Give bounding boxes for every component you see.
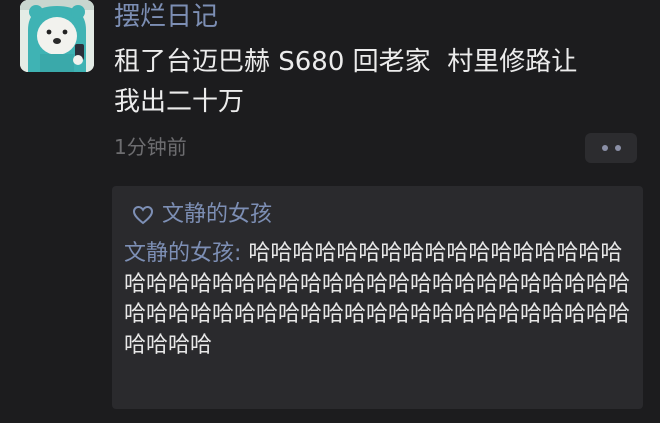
comment-item[interactable]: 文静的女孩: 哈哈哈哈哈哈哈哈哈哈哈哈哈哈哈哈哈哈哈哈哈哈哈哈哈哈哈哈哈哈哈哈哈… [124, 239, 636, 361]
moments-post: 摆烂日记 租了台迈巴赫 S680 回老家 村里修路让 我出二十万 1分钟前 文静… [0, 0, 660, 423]
liker-name[interactable]: 文静的女孩 [162, 200, 272, 230]
post-timestamp: 1分钟前 [114, 135, 187, 159]
more-dot-icon [614, 145, 621, 151]
comment-separator: : [234, 241, 249, 266]
more-dot-icon [601, 145, 608, 151]
post-content: 租了台迈巴赫 S680 回老家 村里修路让 我出二十万 [114, 47, 578, 117]
avatar-image [20, 0, 94, 72]
post-username[interactable]: 摆烂日记 [114, 0, 218, 34]
heart-outline-icon [132, 205, 154, 225]
likes-comments-panel: 文静的女孩 文静的女孩: 哈哈哈哈哈哈哈哈哈哈哈哈哈哈哈哈哈哈哈哈哈哈哈哈哈哈哈… [112, 186, 643, 409]
likes-row: 文静的女孩 [132, 200, 272, 230]
more-options-button[interactable] [585, 133, 637, 163]
avatar[interactable] [20, 0, 94, 72]
comment-author[interactable]: 文静的女孩 [124, 241, 234, 266]
